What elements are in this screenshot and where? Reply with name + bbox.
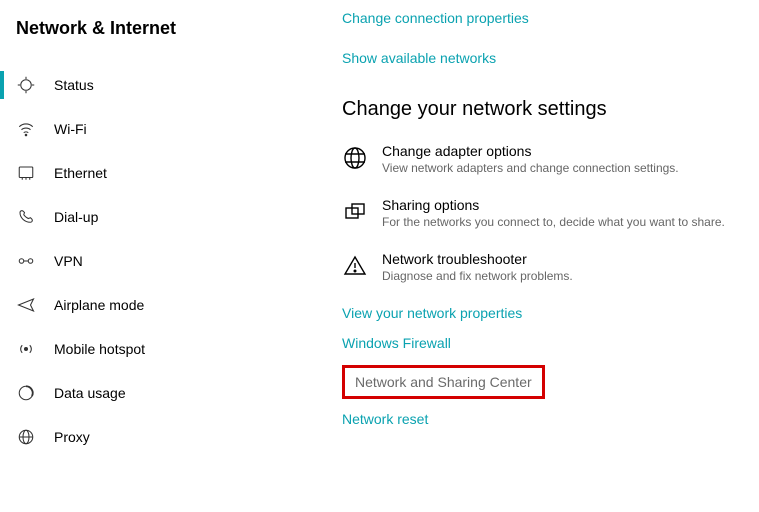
option-adapter[interactable]: Change adapter options View network adap…: [342, 143, 739, 175]
option-title: Network troubleshooter: [382, 251, 573, 267]
section-title: Change your network settings: [342, 98, 739, 121]
sidebar-item-label: Airplane mode: [54, 297, 144, 313]
sidebar-item-airplane[interactable]: Airplane mode: [0, 283, 310, 327]
sidebar-item-status[interactable]: Status: [0, 63, 310, 107]
option-desc: For the networks you connect to, decide …: [382, 215, 725, 229]
bottom-links: View your network properties Windows Fir…: [342, 305, 739, 427]
dialup-icon: [16, 207, 36, 227]
vpn-icon: [16, 251, 36, 271]
sidebar: Network & Internet Status Wi-Fi Ethernet…: [0, 0, 310, 512]
link-network-reset[interactable]: Network reset: [342, 411, 739, 427]
sidebar-item-ethernet[interactable]: Ethernet: [0, 151, 310, 195]
sharing-icon: [342, 199, 368, 225]
sidebar-item-hotspot[interactable]: Mobile hotspot: [0, 327, 310, 371]
sidebar-item-dialup[interactable]: Dial-up: [0, 195, 310, 239]
sidebar-item-label: Proxy: [54, 429, 90, 445]
link-network-properties[interactable]: View your network properties: [342, 305, 739, 321]
ethernet-icon: [16, 163, 36, 183]
main-content: Change connection properties Show availa…: [310, 0, 759, 512]
option-desc: Diagnose and fix network problems.: [382, 269, 573, 283]
adapter-icon: [342, 145, 368, 171]
option-troubleshoot[interactable]: Network troubleshooter Diagnose and fix …: [342, 251, 739, 283]
status-icon: [16, 75, 36, 95]
link-network-sharing-center[interactable]: Network and Sharing Center: [342, 365, 545, 399]
data-usage-icon: [16, 383, 36, 403]
option-title: Change adapter options: [382, 143, 679, 159]
warning-icon: [342, 253, 368, 279]
option-title: Sharing options: [382, 197, 725, 213]
airplane-icon: [16, 295, 36, 315]
sidebar-item-datausage[interactable]: Data usage: [0, 371, 310, 415]
option-sharing[interactable]: Sharing options For the networks you con…: [342, 197, 739, 229]
link-change-connection[interactable]: Change connection properties: [342, 10, 739, 26]
sidebar-item-label: Status: [54, 77, 94, 93]
wifi-icon: [16, 119, 36, 139]
sidebar-item-label: Wi-Fi: [54, 121, 87, 137]
sidebar-item-label: Mobile hotspot: [54, 341, 145, 357]
sidebar-item-label: Dial-up: [54, 209, 98, 225]
link-show-networks[interactable]: Show available networks: [342, 50, 739, 66]
proxy-icon: [16, 427, 36, 447]
sidebar-item-proxy[interactable]: Proxy: [0, 415, 310, 459]
sidebar-item-label: VPN: [54, 253, 83, 269]
hotspot-icon: [16, 339, 36, 359]
sidebar-item-wifi[interactable]: Wi-Fi: [0, 107, 310, 151]
link-windows-firewall[interactable]: Windows Firewall: [342, 335, 739, 351]
sidebar-item-label: Ethernet: [54, 165, 107, 181]
sidebar-item-label: Data usage: [54, 385, 126, 401]
page-title: Network & Internet: [0, 10, 310, 63]
option-desc: View network adapters and change connect…: [382, 161, 679, 175]
sidebar-item-vpn[interactable]: VPN: [0, 239, 310, 283]
